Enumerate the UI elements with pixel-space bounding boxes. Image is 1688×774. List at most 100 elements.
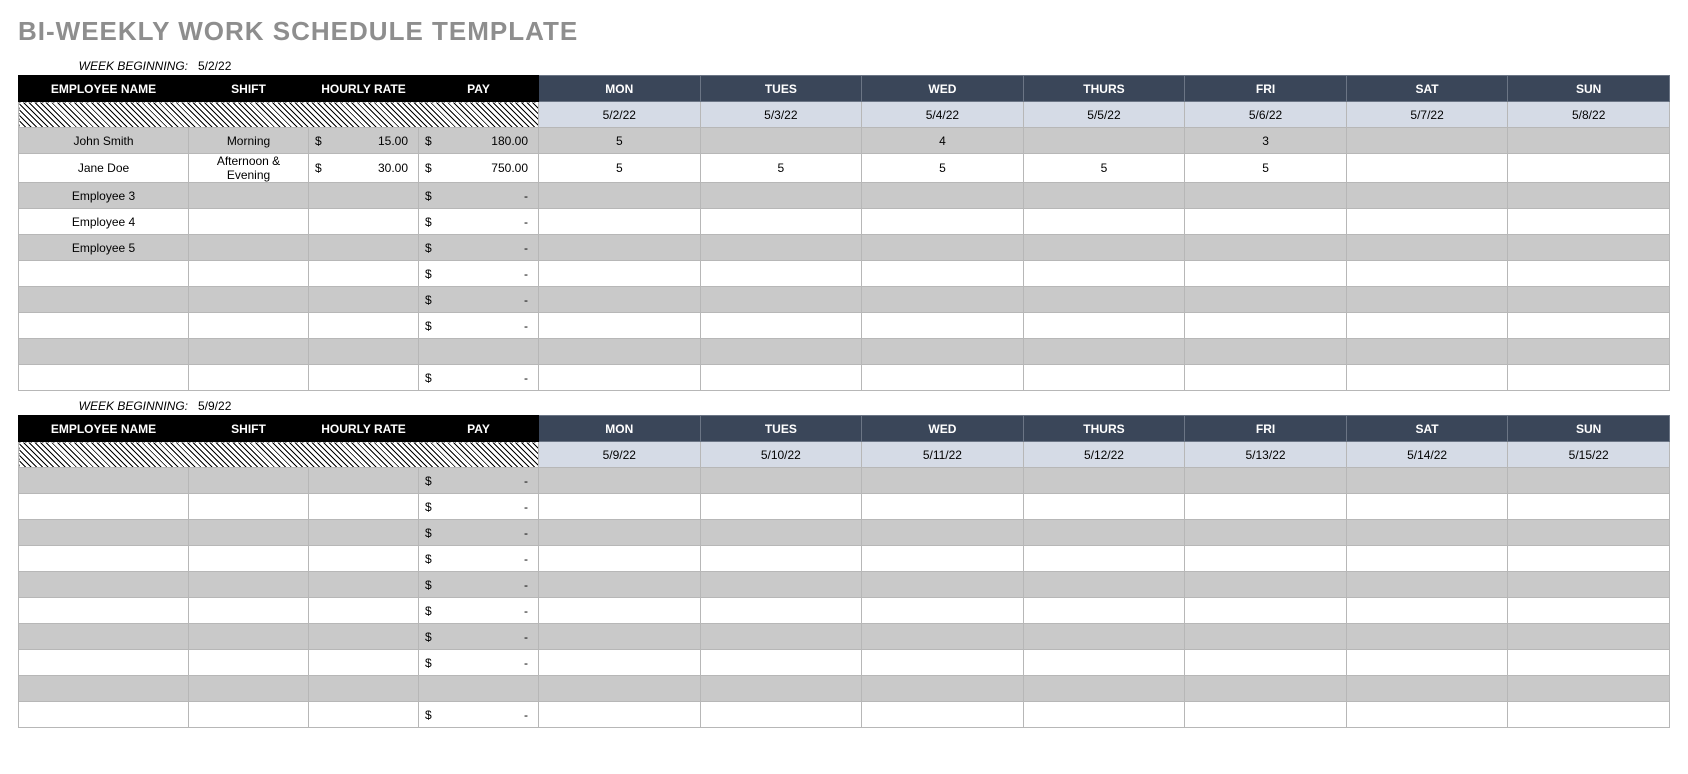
day-cell[interactable] [1185,624,1347,650]
day-cell[interactable] [700,546,862,572]
day-cell[interactable]: 5 [700,154,862,183]
day-cell[interactable] [862,520,1024,546]
day-cell[interactable] [539,598,701,624]
day-cell[interactable] [700,128,862,154]
day-cell[interactable] [700,494,862,520]
day-cell[interactable] [862,365,1024,391]
employee-cell[interactable]: Employee 4 [19,209,189,235]
day-cell[interactable]: 5 [1185,154,1347,183]
pay-cell[interactable]: $- [419,650,539,676]
day-cell[interactable] [1185,546,1347,572]
pay-cell[interactable]: $- [419,235,539,261]
shift-cell[interactable]: Morning [189,128,309,154]
day-cell[interactable] [862,572,1024,598]
employee-cell[interactable] [19,676,189,702]
day-cell[interactable] [539,520,701,546]
pay-cell[interactable]: $- [419,261,539,287]
day-cell[interactable] [539,313,701,339]
day-cell[interactable] [700,598,862,624]
day-cell[interactable]: 5 [539,128,701,154]
day-cell[interactable] [1508,598,1670,624]
day-cell[interactable] [1185,365,1347,391]
rate-cell[interactable] [309,209,419,235]
rate-cell[interactable] [309,468,419,494]
day-cell[interactable] [1346,128,1508,154]
day-cell[interactable] [1346,154,1508,183]
day-cell[interactable] [1346,598,1508,624]
rate-cell[interactable] [309,183,419,209]
rate-cell[interactable] [309,339,419,365]
pay-cell[interactable]: $- [419,494,539,520]
day-cell[interactable] [539,546,701,572]
day-cell[interactable] [1346,546,1508,572]
day-cell[interactable] [1023,128,1185,154]
pay-cell[interactable] [419,339,539,365]
day-cell[interactable] [1508,468,1670,494]
day-cell[interactable] [1346,520,1508,546]
employee-cell[interactable] [19,261,189,287]
rate-cell[interactable] [309,494,419,520]
day-cell[interactable] [862,702,1024,728]
day-cell[interactable] [539,209,701,235]
day-cell[interactable] [1023,209,1185,235]
day-cell[interactable] [700,468,862,494]
pay-cell[interactable]: $- [419,365,539,391]
shift-cell[interactable] [189,520,309,546]
pay-cell[interactable]: $- [419,572,539,598]
day-cell[interactable] [1508,494,1670,520]
day-cell[interactable] [1023,235,1185,261]
pay-cell[interactable]: $- [419,520,539,546]
day-cell[interactable] [1346,468,1508,494]
day-cell[interactable] [539,676,701,702]
day-cell[interactable]: 5 [862,154,1024,183]
day-cell[interactable] [1023,365,1185,391]
shift-cell[interactable] [189,546,309,572]
day-cell[interactable] [539,468,701,494]
day-cell[interactable] [1508,287,1670,313]
rate-cell[interactable] [309,572,419,598]
employee-cell[interactable] [19,702,189,728]
day-cell[interactable] [1346,261,1508,287]
shift-cell[interactable] [189,339,309,365]
day-cell[interactable] [539,261,701,287]
pay-cell[interactable]: $180.00 [419,128,539,154]
day-cell[interactable] [1023,520,1185,546]
day-cell[interactable] [1185,650,1347,676]
employee-cell[interactable] [19,313,189,339]
day-cell[interactable] [1023,468,1185,494]
day-cell[interactable] [700,313,862,339]
day-cell[interactable] [700,287,862,313]
shift-cell[interactable] [189,624,309,650]
rate-cell[interactable] [309,365,419,391]
day-cell[interactable] [539,572,701,598]
day-cell[interactable] [1185,313,1347,339]
employee-cell[interactable] [19,468,189,494]
employee-cell[interactable] [19,624,189,650]
rate-cell[interactable] [309,313,419,339]
day-cell[interactable] [862,676,1024,702]
day-cell[interactable] [539,494,701,520]
day-cell[interactable] [539,702,701,728]
day-cell[interactable] [700,520,862,546]
day-cell[interactable] [539,624,701,650]
rate-cell[interactable] [309,235,419,261]
shift-cell[interactable] [189,209,309,235]
day-cell[interactable] [700,572,862,598]
shift-cell[interactable] [189,261,309,287]
day-cell[interactable]: 5 [1023,154,1185,183]
rate-cell[interactable] [309,598,419,624]
day-cell[interactable] [1023,624,1185,650]
pay-cell[interactable]: $- [419,702,539,728]
rate-cell[interactable] [309,676,419,702]
employee-cell[interactable]: Employee 3 [19,183,189,209]
employee-cell[interactable] [19,598,189,624]
day-cell[interactable] [700,235,862,261]
day-cell[interactable] [1023,650,1185,676]
day-cell[interactable] [862,494,1024,520]
day-cell[interactable] [700,209,862,235]
day-cell[interactable] [1023,339,1185,365]
day-cell[interactable] [862,598,1024,624]
shift-cell[interactable] [189,676,309,702]
day-cell[interactable] [1508,676,1670,702]
rate-cell[interactable] [309,287,419,313]
